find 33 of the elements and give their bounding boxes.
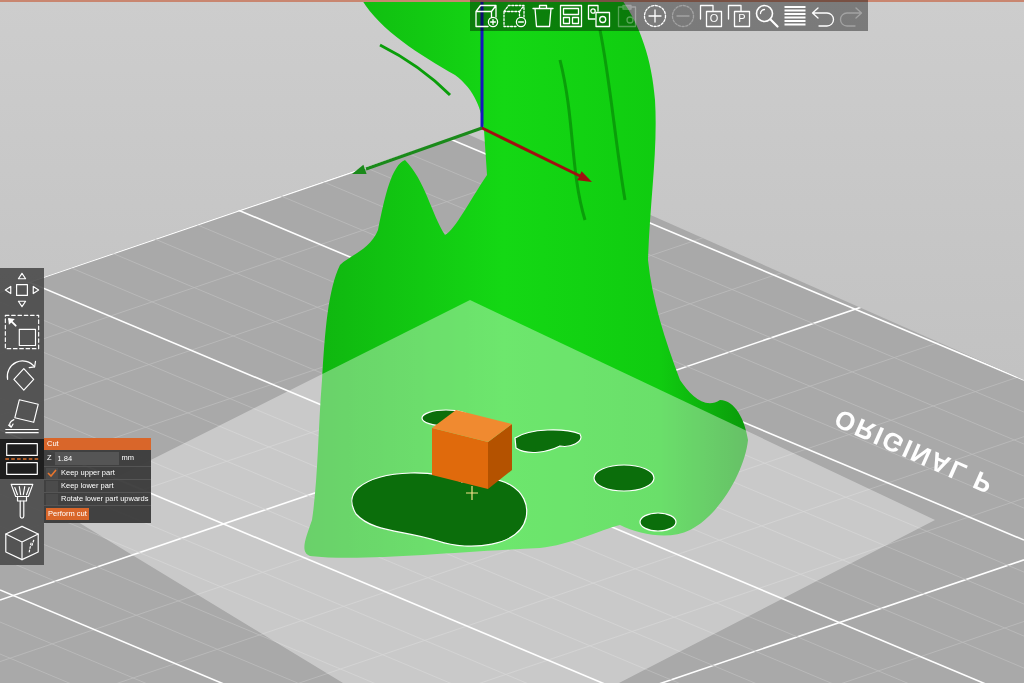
cut-section-shape <box>639 512 677 532</box>
arrange-button[interactable] <box>559 3 583 28</box>
layers-button[interactable] <box>783 3 807 28</box>
split-parts-button[interactable]: P <box>727 3 751 28</box>
tilted-square-icon <box>4 398 40 435</box>
split-objects-button[interactable]: O <box>699 3 723 28</box>
add-instance-button[interactable] <box>643 3 667 28</box>
trash-icon <box>531 3 555 28</box>
cut-icon <box>4 440 40 477</box>
cut-section-shape <box>593 464 655 492</box>
search-button[interactable] <box>755 3 779 28</box>
minus-circle-icon <box>671 3 695 28</box>
stacked-squares-icon <box>699 3 723 28</box>
delete-all-button[interactable] <box>531 3 555 28</box>
stacked-squares-icon <box>727 3 751 28</box>
plus-circle-icon <box>643 3 667 28</box>
cut-section-shape <box>514 429 582 454</box>
paste-icon <box>615 3 639 28</box>
cut-tool-button[interactable] <box>0 438 44 479</box>
move-arrows-icon <box>4 272 40 308</box>
dashed-cube-minus-icon <box>503 3 527 28</box>
check-icon <box>47 469 57 477</box>
cube-plus-icon <box>475 3 499 28</box>
cube-icon <box>4 524 40 561</box>
copy-button[interactable] <box>587 3 611 28</box>
layout-grid-icon <box>559 3 583 28</box>
checkbox[interactable] <box>46 467 58 479</box>
layers-icon <box>783 3 807 28</box>
add-button[interactable] <box>475 3 499 28</box>
search-icon <box>755 3 779 28</box>
scale-icon <box>4 314 40 351</box>
delete-button[interactable] <box>503 3 527 28</box>
copy-icon <box>587 3 611 28</box>
